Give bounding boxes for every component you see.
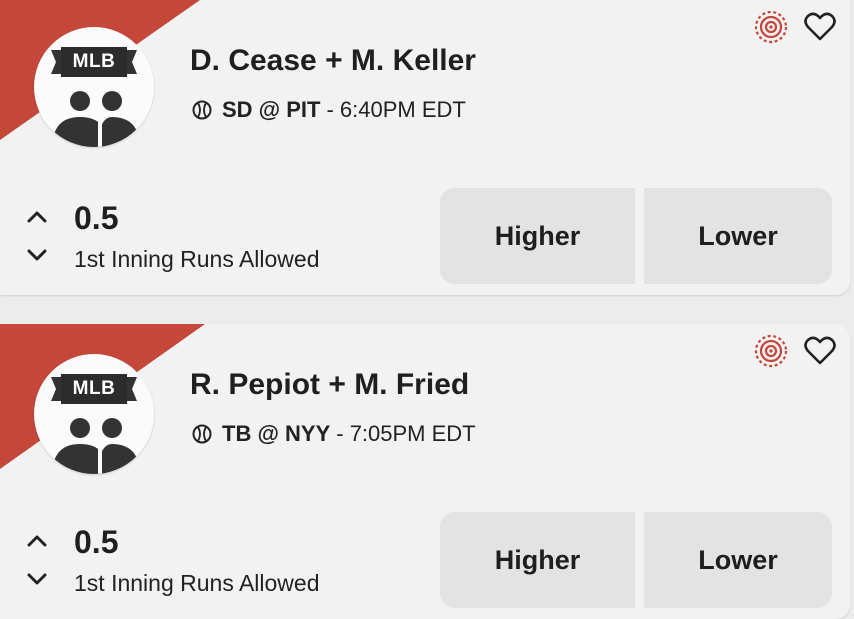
chevron-up-icon[interactable] [24,531,50,551]
chevron-down-icon[interactable] [24,569,50,589]
line-adjuster [24,207,50,267]
avatar: MLB [34,354,154,474]
player-names: D. Cease + M. Keller [190,44,476,77]
target-icon[interactable] [754,334,788,368]
people-icon [52,91,140,147]
heart-icon[interactable] [804,12,836,42]
pick-card: MLB R. Pepiot + M. Fried TB @ NYY - 7:05… [0,324,850,619]
chevron-down-icon[interactable] [24,245,50,265]
higher-button[interactable]: Higher [440,188,635,284]
line-value: 0.5 [74,200,119,236]
player-names: R. Pepiot + M. Fried [190,368,470,401]
lower-button[interactable]: Lower [644,512,832,608]
matchup: TB @ NYY [222,421,331,446]
pick-card: MLB D. Cease + M. Keller SD @ PIT - 6:40… [0,0,850,295]
heart-icon[interactable] [804,336,836,366]
line-adjuster [24,531,50,591]
higher-button[interactable]: Higher [440,512,635,608]
league-label: MLB [72,378,116,399]
lower-button[interactable]: Lower [644,188,832,284]
people-icon [52,418,140,474]
matchup: SD @ PIT [222,97,321,122]
target-icon[interactable] [754,10,788,44]
stat-type: 1st Inning Runs Allowed [74,246,320,272]
line-value: 0.5 [74,524,119,560]
game-time: - 6:40PM EDT [326,97,466,122]
game-info: TB @ NYY - 7:05PM EDT [192,421,476,447]
league-badge: MLB [51,47,137,77]
game-info: SD @ PIT - 6:40PM EDT [192,97,466,123]
baseball-icon [192,100,212,120]
stat-type: 1st Inning Runs Allowed [74,570,320,596]
baseball-icon [192,424,212,444]
card-actions [754,10,836,44]
avatar: MLB [34,27,154,147]
league-label: MLB [72,51,116,72]
game-time: - 7:05PM EDT [336,421,476,446]
league-badge: MLB [51,374,137,404]
chevron-up-icon[interactable] [24,207,50,227]
card-actions [754,334,836,368]
